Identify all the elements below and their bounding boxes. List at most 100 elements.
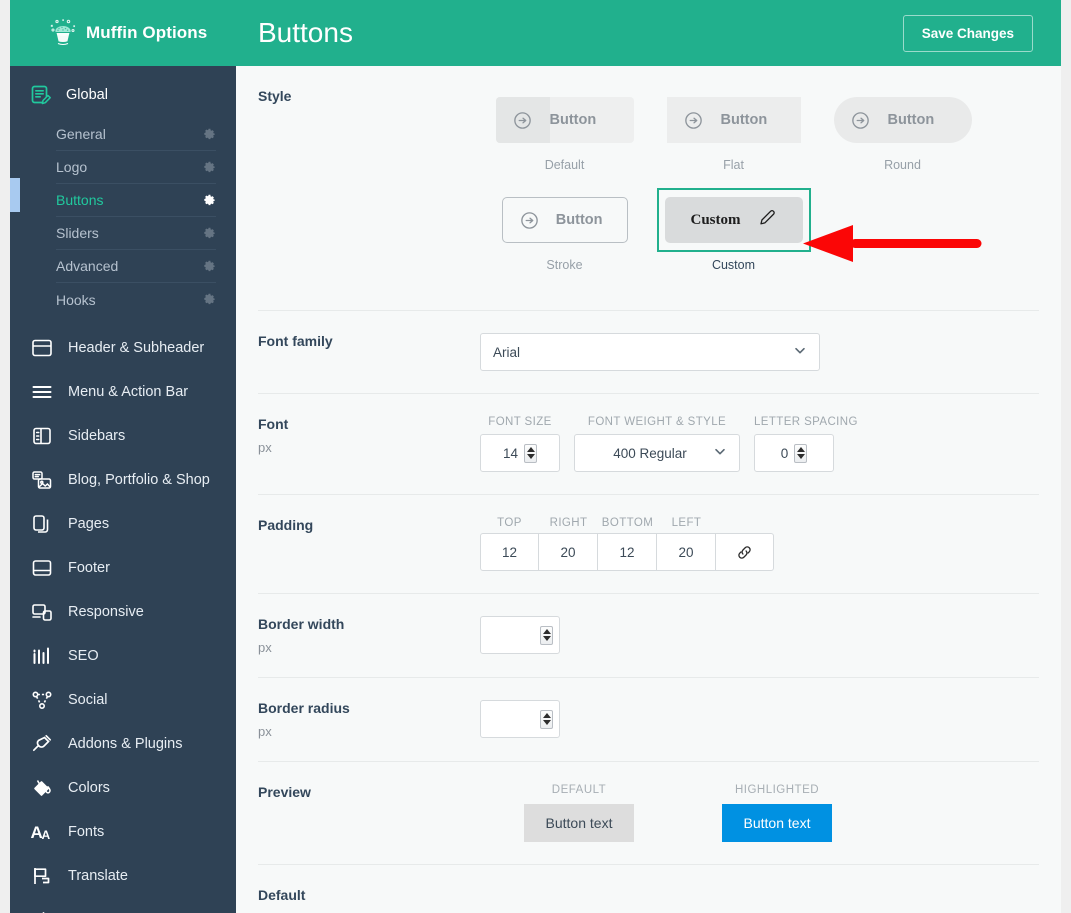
- sidebar-item-buttons[interactable]: Buttons: [56, 184, 216, 217]
- stepper-up-icon[interactable]: [526, 447, 535, 452]
- sidebar-item-label: SEO: [68, 648, 99, 664]
- sidebar-item-general[interactable]: General: [56, 118, 216, 151]
- sidebar-item-translate[interactable]: Translate: [10, 854, 236, 898]
- preview-highlighted-button[interactable]: Button text: [722, 804, 832, 842]
- font-family-value: Arial: [493, 344, 521, 360]
- gear-icon[interactable]: [203, 128, 216, 141]
- sidebar-item-sidebars[interactable]: Sidebars: [10, 414, 236, 458]
- letter-spacing-caption: LETTER SPACING: [754, 416, 858, 428]
- padding-right-input[interactable]: 20: [539, 533, 598, 571]
- padding-left-input[interactable]: 20: [657, 533, 716, 571]
- padding-top-input[interactable]: 12: [480, 533, 539, 571]
- border-radius-row-label: Border radius px: [258, 700, 480, 739]
- border-width-input[interactable]: [480, 616, 560, 654]
- demo-button-flat: Button: [666, 97, 801, 143]
- sidebar-item-footer[interactable]: Footer: [10, 546, 236, 590]
- font-family-select[interactable]: Arial: [480, 333, 820, 371]
- sidebar-item-header-subheader[interactable]: Header & Subheader: [10, 326, 236, 370]
- responsive-devices-icon: [30, 600, 54, 624]
- sidebar-subnav: General Logo Buttons Sliders Advanced Ho…: [10, 114, 236, 326]
- sidebar-item-hooks[interactable]: Hooks: [56, 283, 216, 316]
- social-network-icon: [30, 688, 54, 712]
- footer-layout-icon: [30, 556, 54, 580]
- sidebar-sublabel: Advanced: [56, 258, 119, 274]
- letter-spacing-field: LETTER SPACING 0: [754, 416, 858, 472]
- sidebar-item-pages[interactable]: Pages: [10, 502, 236, 546]
- sidebar-item-logo[interactable]: Logo: [56, 151, 216, 184]
- sidebar-item-addons-plugins[interactable]: Addons & Plugins: [10, 722, 236, 766]
- style-tile-custom[interactable]: Custom Custom: [649, 188, 818, 272]
- border-radius-input[interactable]: [480, 700, 560, 738]
- font-weight-field: FONT WEIGHT & STYLE 400 Regular: [574, 416, 740, 472]
- style-tile-round[interactable]: Button Round: [818, 88, 987, 172]
- sidebar-item-label: Colors: [68, 780, 110, 796]
- sidebar-item-colors[interactable]: Colors: [10, 766, 236, 810]
- arrow-circle-right-icon: [503, 198, 556, 242]
- font-fields: FONT SIZE 14 FONT WEIGHT & STYLE 400 Reg…: [480, 416, 1039, 472]
- style-row-label: Style: [258, 88, 480, 288]
- padding-caption-top: TOP: [497, 517, 522, 529]
- link-chain-icon[interactable]: [716, 533, 774, 571]
- sidebar-item-label: Addons & Plugins: [68, 736, 183, 752]
- gear-icon[interactable]: [203, 227, 216, 240]
- style-tile-default[interactable]: Button Default: [480, 88, 649, 172]
- border-radius-row: Border radius px: [258, 678, 1039, 762]
- sidebar-item-social[interactable]: Social: [10, 678, 236, 722]
- sidebar-item-label: Fonts: [68, 824, 105, 840]
- svg-text:A: A: [42, 828, 51, 842]
- stepper-down-icon[interactable]: [542, 720, 551, 725]
- border-width-stepper[interactable]: [540, 625, 553, 645]
- border-width-row: Border width px: [258, 594, 1039, 678]
- border-width-row-body: [480, 616, 1039, 655]
- letter-spacing-input[interactable]: 0: [754, 434, 834, 472]
- letter-spacing-stepper[interactable]: [794, 443, 808, 463]
- sidebar-item-advanced[interactable]: Advanced: [56, 250, 216, 283]
- sidebar-item-custom-css-js[interactable]: Custom CSS & JS: [10, 898, 236, 913]
- row-title: Border radius: [258, 700, 350, 716]
- sidebar-item-sliders[interactable]: Sliders: [56, 217, 216, 250]
- stepper-down-icon[interactable]: [542, 636, 551, 641]
- font-family-row: Font family Arial: [258, 311, 1039, 394]
- style-tile-flat[interactable]: Button Flat: [649, 88, 818, 172]
- sidebar-item-global[interactable]: Global: [10, 76, 236, 114]
- gear-icon[interactable]: [203, 293, 216, 306]
- style-tile-preview: Custom: [656, 188, 811, 252]
- demo-button-stroke: Button: [501, 197, 628, 243]
- settings-content: Style Button Default Button Flat Button …: [236, 66, 1061, 913]
- font-weight-select[interactable]: 400 Regular: [574, 434, 740, 472]
- style-tile-preview: Button: [826, 88, 980, 152]
- sidebar-item-seo[interactable]: SEO: [10, 634, 236, 678]
- sidebar-nav: Global General Logo Buttons Sliders Adva…: [10, 66, 236, 913]
- sidebar-item-menu-action-bar[interactable]: Menu & Action Bar: [10, 370, 236, 414]
- page-title: Buttons: [258, 17, 353, 48]
- style-tiles: Button Default Button Flat Button Round …: [480, 88, 1039, 288]
- save-changes-button[interactable]: Save Changes: [902, 14, 1033, 52]
- font-size-stepper[interactable]: [524, 443, 538, 463]
- font-size-input[interactable]: 14: [480, 434, 560, 472]
- gear-icon[interactable]: [203, 194, 216, 207]
- gear-icon[interactable]: [203, 161, 216, 174]
- stepper-down-icon[interactable]: [526, 454, 535, 459]
- padding-caption-right: RIGHT: [549, 517, 588, 529]
- preview-default-button[interactable]: Button text: [524, 804, 634, 842]
- border-radius-stepper[interactable]: [540, 709, 553, 729]
- stepper-up-icon[interactable]: [542, 629, 551, 634]
- padding-bottom-input[interactable]: 12: [598, 533, 657, 571]
- style-tile-stroke[interactable]: Button Stroke: [480, 188, 649, 272]
- active-item-marker: [10, 178, 20, 212]
- padding-row-body: TOP RIGHT BOTTOM LEFT 12 20 12 20: [480, 517, 1039, 571]
- gear-icon[interactable]: [203, 260, 216, 273]
- sidebar-item-fonts[interactable]: A A Fonts: [10, 810, 236, 854]
- style-row-body: Button Default Button Flat Button Round …: [480, 88, 1039, 288]
- font-size-caption: FONT SIZE: [488, 416, 552, 428]
- sidebar-item-blog-portfolio-shop[interactable]: Blog, Portfolio & Shop: [10, 458, 236, 502]
- app-root: Muffin Options Global General Logo Butto…: [0, 0, 1071, 913]
- style-tile-caption: Flat: [723, 158, 744, 172]
- sidebar-item-responsive[interactable]: Responsive: [10, 590, 236, 634]
- stepper-down-icon[interactable]: [796, 454, 805, 459]
- stepper-up-icon[interactable]: [542, 713, 551, 718]
- demo-button-text: Button: [720, 112, 768, 128]
- muffin-icon: [46, 16, 80, 50]
- brand-header: Muffin Options: [10, 0, 236, 66]
- stepper-up-icon[interactable]: [796, 447, 805, 452]
